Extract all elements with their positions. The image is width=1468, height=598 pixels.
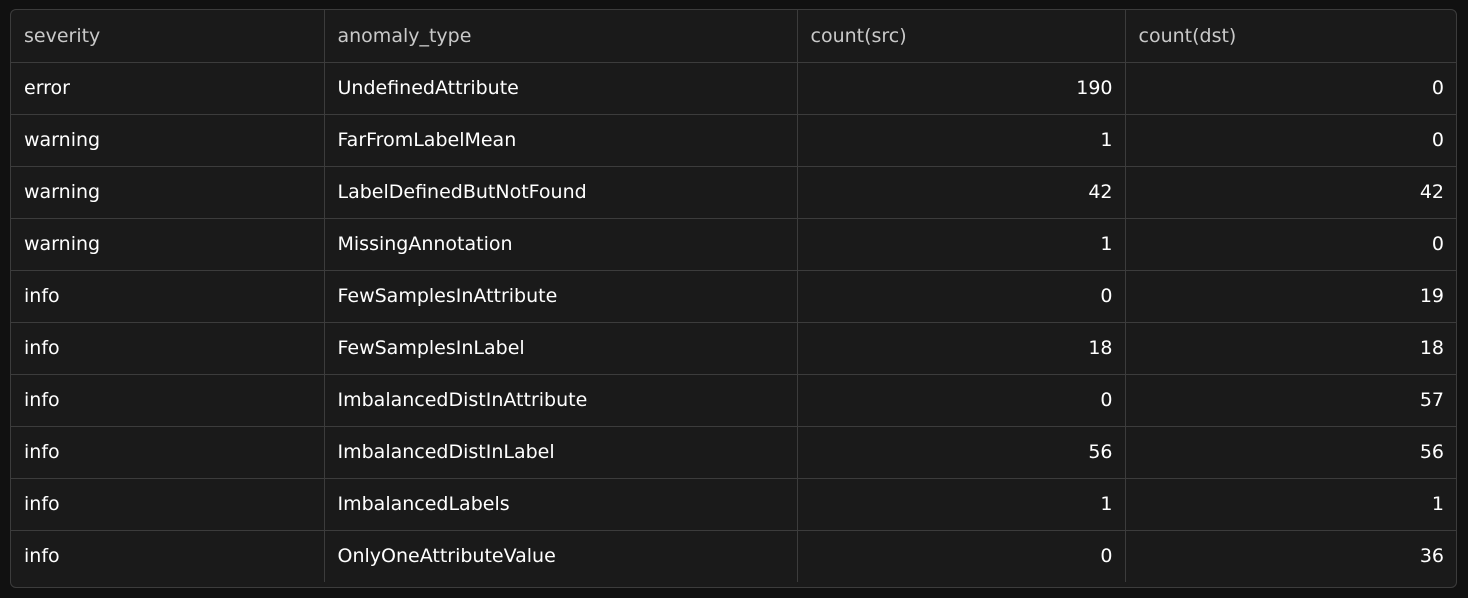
- table-row: warning MissingAnnotation 1 0: [11, 218, 1456, 271]
- count-src-cell: 0: [797, 530, 1126, 582]
- column-header-severity[interactable]: severity: [11, 10, 325, 63]
- count-dst-cell: 36: [1419, 545, 1444, 568]
- severity-cell: info: [11, 374, 325, 427]
- severity-cell: info: [11, 478, 325, 531]
- count-src-cell: 0: [797, 374, 1126, 427]
- count-src-cell: 18: [797, 322, 1126, 375]
- anomaly-type-cell: FewSamplesInAttribute: [324, 270, 798, 323]
- anomaly-type-cell: FewSamplesInLabel: [324, 322, 798, 375]
- severity-cell: info: [11, 530, 325, 582]
- anomaly-type-cell: OnlyOneAttributeValue: [324, 530, 798, 582]
- severity-cell: warning: [11, 218, 325, 271]
- count-src-cell: 1: [797, 218, 1126, 271]
- severity-cell: info: [11, 426, 325, 479]
- severity-cell: info: [11, 270, 325, 323]
- table-row: info FewSamplesInLabel 18 18: [11, 322, 1456, 375]
- anomaly-table: severity anomaly_type count(src) count(d…: [11, 10, 1456, 582]
- severity-cell: warning: [11, 114, 325, 167]
- anomaly-type-cell: LabelDefinedButNotFound: [324, 166, 798, 219]
- table-row: info ImbalancedDistInAttribute 0 57: [11, 374, 1456, 427]
- count-dst-cell: 1: [1125, 478, 1456, 531]
- count-src-cell: 42: [797, 166, 1126, 219]
- table-row: error UndefinedAttribute 190 0: [11, 62, 1456, 115]
- count-dst-cell: 18: [1125, 322, 1456, 375]
- anomaly-type-cell: ImbalancedDistInAttribute: [324, 374, 798, 427]
- anomaly-table-container: severity anomaly_type count(src) count(d…: [10, 9, 1457, 588]
- severity-cell: warning: [11, 166, 325, 219]
- table-row: info FewSamplesInAttribute 0 19: [11, 270, 1456, 323]
- anomaly-type-cell: FarFromLabelMean: [324, 114, 798, 167]
- table-row: info ImbalancedDistInLabel 56 56: [11, 426, 1456, 479]
- count-dst-cell: 42: [1125, 166, 1456, 219]
- count-dst-cell: 19: [1125, 270, 1456, 323]
- severity-cell: info: [11, 322, 325, 375]
- anomaly-type-cell: MissingAnnotation: [324, 218, 798, 271]
- table-row: warning LabelDefinedButNotFound 42 42: [11, 166, 1456, 219]
- severity-cell: error: [11, 62, 325, 115]
- count-src-cell: 1: [797, 114, 1126, 167]
- table-row: info ImbalancedLabels 1 1: [11, 478, 1456, 531]
- count-src-cell: 190: [797, 62, 1126, 115]
- table-row: warning FarFromLabelMean 1 0: [11, 114, 1456, 167]
- count-dst-cell: 56: [1125, 426, 1456, 479]
- count-src-cell: 56: [797, 426, 1126, 479]
- column-header-count-src[interactable]: count(src): [797, 10, 1126, 63]
- table-row: info OnlyOneAttributeValue 0 36: [11, 530, 1456, 582]
- table-header-row: severity anomaly_type count(src) count(d…: [11, 10, 1456, 63]
- count-src-cell: 1: [797, 478, 1126, 531]
- count-dst-cell: 0: [1125, 62, 1456, 115]
- column-header-count-dst[interactable]: count(dst): [1125, 10, 1456, 63]
- count-dst-cell: 0: [1125, 218, 1456, 271]
- count-src-cell: 0: [797, 270, 1126, 323]
- anomaly-type-cell: UndefinedAttribute: [324, 62, 798, 115]
- column-header-anomaly-type[interactable]: anomaly_type: [324, 10, 798, 63]
- count-dst-cell: 57: [1125, 374, 1456, 427]
- anomaly-type-cell: ImbalancedDistInLabel: [324, 426, 798, 479]
- anomaly-type-cell: ImbalancedLabels: [324, 478, 798, 531]
- count-dst-cell: 0: [1125, 114, 1456, 167]
